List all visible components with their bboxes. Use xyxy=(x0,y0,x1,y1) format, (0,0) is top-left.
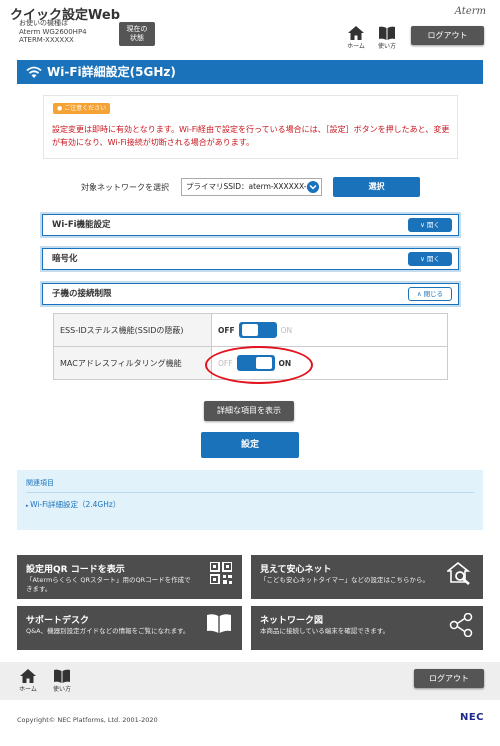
section-title: 子機の接続制限 xyxy=(52,289,112,299)
copyright-text: Copyright© NEC Platforms, Ltd. 2001-2020 xyxy=(17,716,158,724)
toggle-label: 開く xyxy=(426,221,440,229)
current-status-button[interactable]: 現在の 状態 xyxy=(119,22,155,46)
related-link-wifi-24ghz[interactable]: ▸ Wi-Fi詳細設定（2.4GHz） xyxy=(26,499,120,510)
notice-text: 設定変更は即時に有効となります。Wi-Fi経由で設定を行っている場合には、［設定… xyxy=(52,125,450,147)
tile-title: 設定用QR コードを表示 xyxy=(26,565,125,575)
stealth-toggle-switch[interactable]: OFF ON xyxy=(218,321,447,339)
tile-desc: Q&A、機器別設定ガイドなどの情報をご覧になれます。 xyxy=(26,627,190,635)
device-id: ATERM-XXXXXX xyxy=(19,36,74,44)
tile-safe-net[interactable]: 見えて安心ネット 「こども安心ネットタイマー」などの設定はこちらから。 xyxy=(251,555,483,599)
section-client-restriction[interactable]: 子機の接続制限 ∧ 閉じる xyxy=(42,283,459,305)
home-icon xyxy=(348,26,364,40)
qr-code-icon xyxy=(210,562,232,584)
footer-home-label: ホーム xyxy=(19,686,37,693)
book-icon xyxy=(54,669,70,683)
section-wifi-function[interactable]: Wi-Fi機能設定 ∨ 開く xyxy=(42,214,459,236)
home-search-icon xyxy=(447,562,471,585)
network-select-label: 対象ネットワークを選択 xyxy=(81,183,169,192)
network-select-dropdown[interactable]: プライマリSSID：aterm-XXXXXX-a xyxy=(181,178,322,196)
home-nav-label: ホーム xyxy=(347,43,365,50)
switch-track[interactable] xyxy=(238,322,277,338)
device-info: お使いの機種は Aterm WG2600HP4 ATERM-XXXXXX xyxy=(19,19,87,45)
footer-home-button[interactable]: ホーム xyxy=(14,669,42,693)
network-select-button[interactable]: 選択 xyxy=(333,177,420,197)
device-model: Aterm WG2600HP4 xyxy=(19,27,87,36)
notice-box: ● ご注意ください 設定変更は即時に有効となります。Wi-Fi経由で設定を行って… xyxy=(43,95,458,159)
related-items-box: 関連項目 ▸ Wi-Fi詳細設定（2.4GHz） xyxy=(17,470,483,530)
setting-label-mac-filter: MACアドレスフィルタリング機能 xyxy=(53,346,212,380)
section-close-button[interactable]: ∧ 閉じる xyxy=(408,287,452,301)
setting-value-cell: OFF ON xyxy=(211,313,448,347)
table-row: ESS-IDステルス機能(SSIDの隠蔽) OFF ON xyxy=(53,313,448,347)
highlight-annotation-circle xyxy=(205,346,313,384)
chevron-down-icon: ∨ xyxy=(420,221,425,229)
network-icon xyxy=(449,613,473,637)
related-link-label: Wi-Fi詳細設定（2.4GHz） xyxy=(30,500,121,509)
related-items-title: 関連項目 xyxy=(26,479,54,487)
tile-desc: 「Atermらくらく QRスタート」用のQRコードを作成できます。 xyxy=(26,576,191,593)
page-title-band: Wi-Fi詳細設定(5GHz) xyxy=(17,60,483,84)
apply-settings-button[interactable]: 設定 xyxy=(201,432,299,458)
section-title: Wi-Fi機能設定 xyxy=(52,220,111,230)
home-nav-button[interactable]: ホーム xyxy=(342,26,370,50)
chevron-up-icon: ∧ xyxy=(416,290,422,298)
footer-manual-button[interactable]: 使い方 xyxy=(48,669,76,693)
tile-desc: 「こども安心ネットタイマー」などの設定はこちらから。 xyxy=(260,576,429,584)
section-encryption[interactable]: 暗号化 ∨ 開く xyxy=(42,248,459,270)
home-icon xyxy=(20,669,36,683)
device-line-1: お使いの機種は xyxy=(19,19,68,27)
toggle-label: 閉じる xyxy=(423,290,444,298)
switch-on-label: ON xyxy=(280,325,293,335)
tile-title: 見えて安心ネット xyxy=(260,565,332,575)
toggle-label: 開く xyxy=(426,255,440,263)
status-btn-line-2: 状態 xyxy=(130,34,144,42)
chevron-down-icon: ∨ xyxy=(420,255,425,263)
wifi-icon xyxy=(26,66,42,78)
notice-badge-label: ご注意ください xyxy=(64,105,107,112)
status-btn-line-1: 現在の xyxy=(126,25,148,33)
setting-label-stealth: ESS-IDステルス機能(SSIDの隠蔽) xyxy=(53,313,212,347)
switch-knob xyxy=(241,324,258,336)
manual-nav-button[interactable]: 使い方 xyxy=(373,26,401,50)
footer-manual-label: 使い方 xyxy=(52,686,71,693)
nec-logo: NEC xyxy=(459,712,484,723)
tile-network-map[interactable]: ネットワーク図 本商品に接続している端末を確認できます。 xyxy=(251,606,483,650)
aterm-logo: Aterm xyxy=(454,6,486,17)
warning-icon: ● xyxy=(57,105,63,112)
logout-button[interactable]: ログアウト xyxy=(411,26,484,45)
tile-desc: 本商品に接続している端末を確認できます。 xyxy=(260,627,390,635)
section-title: 暗号化 xyxy=(52,254,78,264)
manual-nav-label: 使い方 xyxy=(377,43,396,50)
tile-title: ネットワーク図 xyxy=(260,616,324,626)
page-title: Wi-Fi詳細設定(5GHz) xyxy=(47,65,176,79)
section-open-button[interactable]: ∨ 開く xyxy=(408,252,452,266)
footer-nav-bar: ホーム 使い方 ログアウト xyxy=(0,662,500,700)
notice-badge: ● ご注意ください xyxy=(53,103,111,114)
tile-title: サポートデスク xyxy=(26,616,90,626)
chevron-down-icon xyxy=(307,181,319,193)
book-icon xyxy=(379,26,395,40)
show-details-button[interactable]: 詳細な項目を表示 xyxy=(204,401,294,421)
tile-support-desk[interactable]: サポートデスク Q&A、機器別設定ガイドなどの情報をご覧になれます。 xyxy=(17,606,242,650)
switch-off-label: OFF xyxy=(218,325,235,335)
divider xyxy=(26,492,474,493)
section-open-button[interactable]: ∨ 開く xyxy=(408,218,452,232)
tile-qr-code[interactable]: 設定用QR コードを表示 「Atermらくらく QRスタート」用のQRコードを作… xyxy=(17,555,242,599)
book-icon xyxy=(207,614,231,633)
footer-logout-button[interactable]: ログアウト xyxy=(414,669,484,688)
network-select-value: プライマリSSID：aterm-XXXXXX-a xyxy=(186,182,312,191)
